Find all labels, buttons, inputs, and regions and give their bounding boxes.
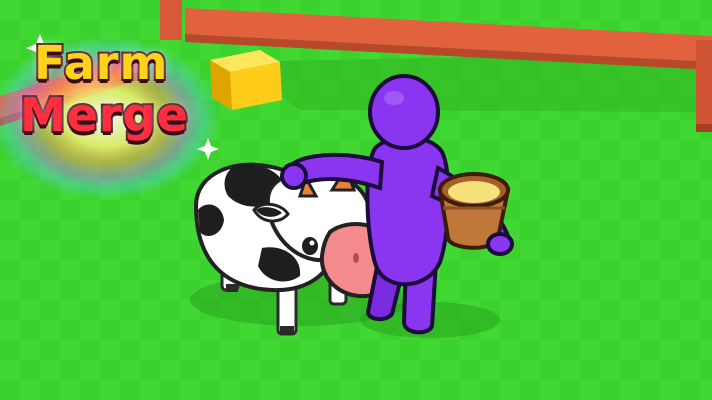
logo-word-farm: Farm — [32, 36, 169, 90]
game-scene: Farm Merge — [0, 0, 712, 400]
game-logo: Farm Merge — [18, 34, 230, 174]
logo-word-merge: Merge — [18, 88, 190, 142]
fence-post — [696, 40, 712, 132]
feed-bucket — [437, 172, 514, 256]
